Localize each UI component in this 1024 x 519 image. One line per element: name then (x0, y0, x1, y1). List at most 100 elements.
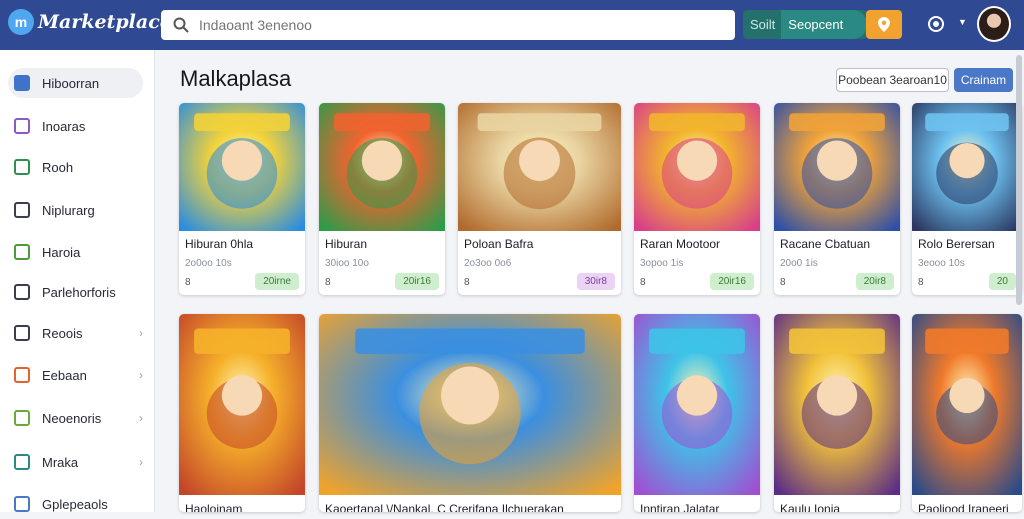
mail-icon (14, 284, 30, 300)
product-card[interactable]: Raran Mootoor 3opoo 1is 8 20ir16 (634, 103, 760, 295)
product-card[interactable]: Paoliood Iraneeri (912, 314, 1022, 512)
product-meta: 2o0oo 10s (185, 258, 232, 269)
product-card[interactable]: Hiburan 30ioo 10o 8 20ir16 (319, 103, 445, 295)
product-title: Raran Mootoor (640, 237, 721, 251)
price-badge[interactable]: 20ir16 (395, 273, 439, 290)
sidebar-item[interactable]: Gplepeaols (8, 489, 143, 519)
sidebar-item[interactable]: Inoaras (8, 111, 143, 141)
sidebar-item[interactable]: Neoenoris › (8, 403, 143, 433)
product-image[interactable] (774, 103, 900, 231)
product-image[interactable] (319, 314, 621, 495)
gear-icon (14, 325, 30, 341)
sidebar-item-label: Eebaan (42, 367, 87, 383)
product-count: 8 (464, 277, 470, 288)
page-title: Malkaplasa (180, 66, 292, 91)
primary-button[interactable]: Crainam (954, 68, 1013, 92)
product-card[interactable]: Kaoertanal \/Nankal, C Crerifana Ilchuer… (319, 314, 621, 512)
grid-icon (14, 118, 30, 134)
product-image[interactable] (179, 103, 305, 231)
product-image[interactable] (319, 103, 445, 231)
segment-option-b[interactable]: Seopcent (781, 10, 867, 39)
sidebar-item-label: Mraka (42, 454, 79, 470)
product-meta: 2o3oo 0o6 (464, 258, 512, 269)
product-title: Kaoertanal \/Nankal, C Crerifana Ilchuer… (325, 502, 564, 512)
product-meta: 3opoo 1is (640, 258, 684, 269)
product-card[interactable]: Rolo Berersan 3eooo 10s 8 20 (912, 103, 1022, 295)
home-icon (14, 244, 30, 260)
compass-icon (14, 75, 30, 91)
product-card[interactable]: Inntiran Jalatar (634, 314, 760, 512)
search-bar[interactable] (161, 10, 735, 40)
chevron-right-icon: › (139, 455, 143, 469)
product-card[interactable]: Poloan Bafra 2o3oo 0o6 8 30ir8 (458, 103, 621, 295)
product-title: Kaulu Ionia (780, 502, 841, 512)
sidebar-item-label: Parlehorforis (42, 284, 116, 300)
product-image[interactable] (634, 314, 760, 495)
price-badge[interactable]: 30ir8 (576, 273, 615, 290)
price-badge[interactable]: 20ir16 (710, 273, 754, 290)
product-count: 8 (325, 277, 331, 288)
cart-icon (14, 496, 30, 512)
product-count: 8 (918, 277, 924, 288)
product-image[interactable] (179, 314, 305, 495)
product-title: Paoliood Iraneeri (918, 502, 1009, 512)
tag-icon (14, 367, 30, 383)
chevron-right-icon: › (139, 411, 143, 425)
product-meta: 20o0 1is (780, 258, 818, 269)
product-card[interactable]: Racane Cbatuan 20o0 1is 8 20ir8 (774, 103, 900, 295)
product-title: Haoloinam (185, 502, 243, 512)
chart-icon (14, 159, 30, 175)
product-count: 8 (185, 277, 191, 288)
sidebar-item[interactable]: Reoois › (8, 318, 143, 348)
product-image[interactable] (912, 314, 1022, 495)
price-badge[interactable]: 20 (988, 273, 1016, 290)
app-logo[interactable]: m Marketplace (8, 9, 172, 35)
top-bar: m Marketplace Soilt Seopcent ▼ (0, 0, 1024, 50)
app-name: Marketplace (38, 11, 172, 33)
segment-option-a[interactable]: Soilt (743, 17, 781, 32)
chevron-right-icon: › (139, 368, 143, 382)
sidebar-item-label: Reoois (42, 325, 83, 341)
product-title: Racane Cbatuan (780, 237, 871, 251)
user-avatar[interactable] (977, 6, 1011, 42)
sidebar-item[interactable]: Rooh (8, 152, 143, 182)
sidebar-item-label: Niplurarg (42, 202, 95, 218)
product-image[interactable] (774, 314, 900, 495)
product-title: Poloan Bafra (464, 237, 534, 251)
sidebar-item-label: Neoenoris (42, 410, 102, 426)
dropdown-caret-icon[interactable]: ▼ (958, 17, 967, 27)
product-meta: 3eooo 10s (918, 258, 965, 269)
product-card[interactable]: Hiburan 0hla 2o0oo 10s 8 20irne (179, 103, 305, 295)
search-icon (173, 17, 189, 33)
sidebar-item-label: Rooh (42, 159, 74, 175)
sidebar-item[interactable]: Mraka › (8, 447, 143, 477)
sidebar-item[interactable]: Hiboorran (8, 68, 143, 98)
price-badge[interactable]: 20irne (255, 273, 299, 290)
help-icon[interactable] (928, 16, 944, 32)
sidebar-item-label: Gplepeaols (42, 496, 108, 512)
product-image[interactable] (458, 103, 621, 231)
search-input[interactable] (199, 17, 699, 33)
price-badge[interactable]: 20ir8 (855, 273, 894, 290)
product-card[interactable]: Haoloinam (179, 314, 305, 512)
secondary-button[interactable]: Poobean 3earoan10 (836, 68, 949, 92)
product-image[interactable] (634, 103, 760, 231)
scrollbar[interactable] (1016, 55, 1022, 305)
sidebar-item[interactable]: Eebaan › (8, 360, 143, 390)
product-image[interactable] (912, 103, 1022, 231)
product-meta: 30ioo 10o (325, 258, 369, 269)
list-icon (14, 410, 30, 426)
product-count: 8 (640, 277, 646, 288)
sidebar-item-label: Haroia (42, 244, 81, 260)
sidebar-item[interactable]: Haroia (8, 237, 143, 267)
logo-icon: m (8, 9, 34, 35)
segment-toggle[interactable]: Soilt Seopcent (743, 10, 867, 39)
product-title: Inntiran Jalatar (640, 502, 720, 512)
sidebar-item[interactable]: Parlehorforis (8, 277, 143, 307)
box-icon (14, 454, 30, 470)
product-card[interactable]: Kaulu Ionia (774, 314, 900, 512)
product-title: Hiburan 0hla (185, 237, 254, 251)
location-button[interactable] (866, 10, 902, 39)
chevron-right-icon: › (139, 326, 143, 340)
sidebar-item[interactable]: Niplurarg (8, 195, 143, 225)
